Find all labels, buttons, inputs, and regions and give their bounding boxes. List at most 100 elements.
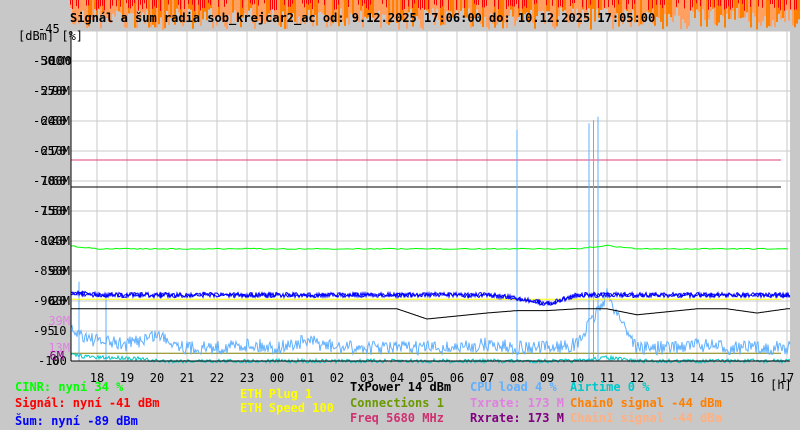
signal-overflow-mark	[102, 0, 103, 6]
signal-overflow-mark	[596, 0, 598, 9]
signal-overflow-mark	[340, 0, 342, 9]
signal-overflow-mark	[192, 0, 193, 5]
signal-overflow-mark	[258, 0, 259, 6]
signal-overflow-mark	[526, 0, 527, 8]
signal-overflow-mark	[510, 0, 511, 6]
legend-connections: Connections 1	[350, 396, 444, 410]
signal-overflow-mark	[98, 0, 99, 9]
signal-overflow-mark	[432, 0, 434, 9]
signal-overflow-mark	[720, 0, 721, 6]
signal-overflow-mark	[138, 0, 139, 11]
signal-overflow-mark	[456, 0, 457, 10]
signal-overflow-mark	[154, 0, 155, 7]
signal-overflow-mark	[536, 0, 537, 4]
signal-overflow-mark	[208, 0, 209, 4]
signal-overflow-mark	[408, 0, 409, 7]
chart-title: Signál a šum radia sob_krejcar2_ac od: 9…	[70, 11, 656, 25]
signal-overflow-mark	[382, 0, 383, 4]
signal-overflow-mark	[468, 0, 470, 9]
signal-overflow-mark	[742, 0, 743, 4]
signal-overflow-mark	[116, 0, 117, 7]
y-tick-rate: 270M	[41, 84, 70, 98]
signal-overflow-mark	[338, 0, 339, 5]
signal-overflow-mark	[794, 0, 795, 10]
signal-overflow-mark	[334, 0, 335, 10]
legend-rxrate: Rxrate: 173 M	[470, 411, 564, 425]
signal-overflow-mark	[716, 0, 718, 26]
signal-overflow-mark	[292, 0, 293, 4]
signal-overflow-mark	[518, 0, 519, 9]
signal-overflow-mark	[780, 0, 781, 11]
signal-overflow-mark	[304, 0, 305, 8]
legend-airtime: Airtime 0 %	[570, 380, 650, 394]
x-tick-label: 00	[270, 371, 284, 385]
signal-overflow-mark	[450, 0, 452, 12]
signal-overflow-mark	[668, 0, 670, 14]
signal-overflow-mark	[576, 0, 578, 9]
signal-overflow-mark	[770, 0, 771, 5]
signal-overflow-mark	[82, 0, 84, 11]
signal-overflow-mark	[414, 0, 415, 4]
x-tick-label: 15	[720, 371, 734, 385]
signal-overflow-mark	[250, 0, 251, 4]
signal-overflow-mark	[378, 0, 380, 11]
signal-overflow-mark	[310, 0, 311, 4]
signal-overflow-mark	[184, 0, 185, 10]
x-tick-label: 22	[210, 371, 224, 385]
signal-overflow-mark	[152, 0, 153, 9]
signal-overflow-mark	[336, 0, 337, 10]
signal-overflow-mark	[448, 0, 449, 11]
signal-overflow-mark	[690, 0, 691, 11]
x-tick-label: 01	[300, 371, 314, 385]
chart-root: 18 19 20 21 22 23 00 01 02 03 04 05 06 07 08 09 10 11 12 13…	[0, 0, 800, 430]
signal-overflow-mark	[386, 0, 387, 8]
signal-overflow-mark	[524, 0, 525, 7]
signal-overflow-mark	[774, 0, 775, 8]
signal-overflow-mark	[156, 0, 157, 8]
signal-overflow-mark	[516, 0, 517, 4]
signal-overflow-mark	[318, 0, 319, 4]
signal-overflow-mark	[574, 0, 575, 4]
signal-overflow-mark	[718, 0, 719, 6]
signal-overflow-mark	[552, 0, 553, 6]
x-tick-label: 02	[330, 371, 344, 385]
legend-noise: Šum: nyní -89 dBm	[15, 414, 138, 428]
signal-overflow-mark	[778, 0, 779, 8]
signal-overflow-mark	[120, 0, 121, 7]
signal-overflow-mark	[684, 0, 685, 9]
x-tick-label: 06	[450, 371, 464, 385]
signal-overflow-mark	[734, 0, 736, 20]
signal-overflow-mark	[324, 0, 325, 6]
signal-overflow-mark	[674, 0, 676, 16]
signal-overflow-mark	[768, 0, 770, 27]
signal-overflow-mark	[762, 0, 763, 8]
signal-overflow-mark	[482, 0, 483, 8]
signal-overflow-mark	[796, 0, 797, 10]
signal-overflow-mark	[70, 0, 71, 5]
signal-overflow-mark	[772, 0, 773, 5]
signal-overflow-mark	[514, 0, 515, 7]
signal-overflow-mark	[660, 0, 661, 5]
signal-overflow-mark	[126, 0, 127, 4]
signal-overflow-mark	[370, 0, 371, 5]
signal-overflow-mark	[88, 0, 89, 6]
signal-overflow-mark	[712, 0, 714, 9]
chart-svg: 18 19 20 21 22 23 00 01 02 03 04 05 06 07 08 09 10 11 12 13…	[33, 0, 800, 385]
signal-overflow-mark	[698, 0, 700, 13]
signal-overflow-mark	[132, 0, 133, 6]
signal-overflow-mark	[306, 0, 307, 4]
signal-overflow-mark	[402, 0, 403, 10]
signal-overflow-mark	[360, 0, 362, 11]
signal-overflow-mark	[130, 0, 131, 9]
y-tick-rate: 180M	[41, 174, 70, 188]
signal-overflow-mark	[248, 0, 250, 11]
signal-overflow-mark	[436, 0, 437, 6]
signal-overflow-mark	[94, 0, 96, 10]
signal-overflow-mark	[282, 0, 284, 12]
signal-overflow-mark	[494, 0, 495, 7]
signal-overflow-mark	[562, 0, 563, 8]
signal-overflow-mark	[226, 0, 227, 4]
signal-overflow-mark	[302, 0, 303, 4]
signal-overflow-mark	[96, 0, 97, 11]
signal-overflow-mark	[146, 0, 147, 9]
